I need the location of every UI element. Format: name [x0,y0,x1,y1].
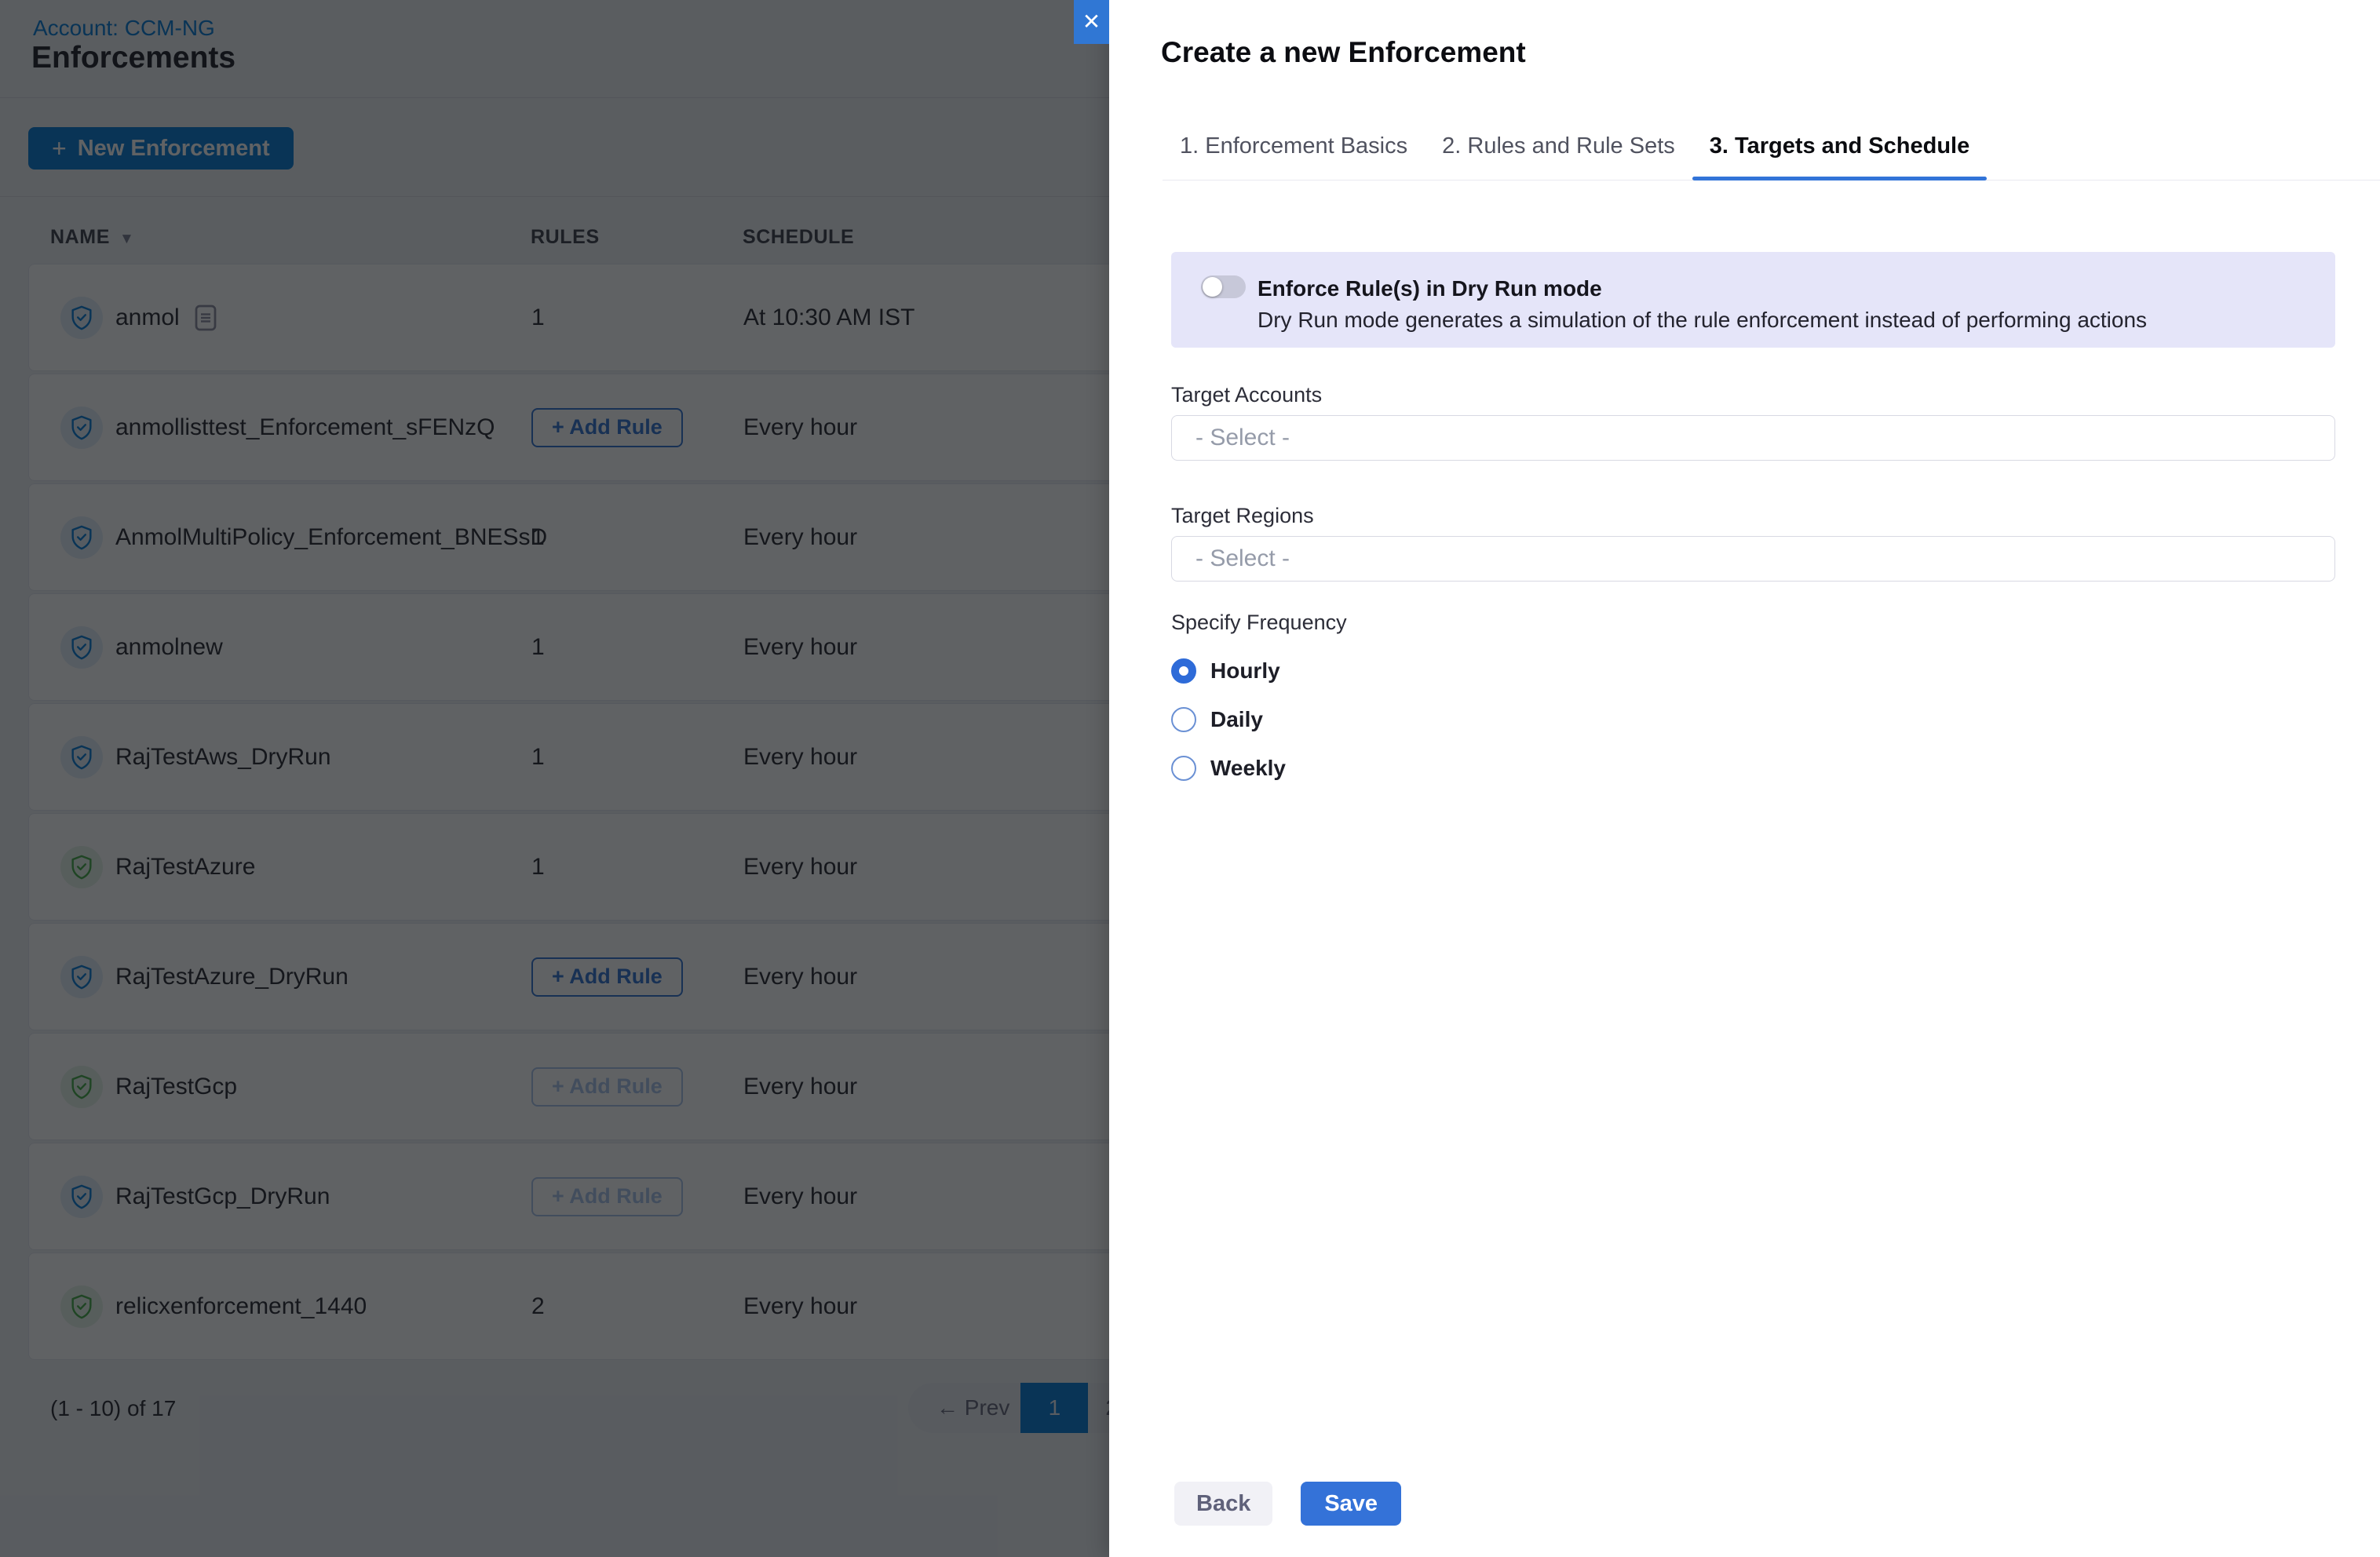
specify-frequency-label: Specify Frequency [1171,610,2335,635]
target-accounts-select[interactable]: - Select - [1171,415,2335,461]
frequency-radio-group: Hourly Daily Weekly [1171,655,2335,784]
radio-label: Hourly [1210,658,1280,684]
radio-unselected-icon[interactable] [1171,707,1196,732]
tab-enforcement-basics[interactable]: 1. Enforcement Basics [1163,133,1425,180]
dry-run-panel: Enforce Rule(s) in Dry Run mode Dry Run … [1171,252,2335,348]
drawer-tabs: 1. Enforcement Basics2. Rules and Rule S… [1163,133,2380,180]
close-icon[interactable]: ✕ [1074,0,1109,44]
create-enforcement-drawer: ✕ Create a new Enforcement 1. Enforcemen… [1109,0,2380,1557]
target-accounts-label: Target Accounts [1171,382,2335,407]
dry-run-label: Enforce Rule(s) in Dry Run mode [1258,276,1602,301]
frequency-option-daily[interactable]: Daily [1171,704,2335,735]
targets-schedule-form: Enforce Rule(s) in Dry Run mode Dry Run … [1171,252,2335,784]
toggle-knob [1203,277,1222,297]
drawer-footer: Back Save [1174,1482,1401,1526]
tab-rules-and-rule-sets[interactable]: 2. Rules and Rule Sets [1425,133,1692,180]
radio-selected-icon[interactable] [1171,658,1196,684]
tab-targets-and-schedule[interactable]: 3. Targets and Schedule [1692,133,1987,180]
back-button[interactable]: Back [1174,1482,1272,1526]
frequency-option-weekly[interactable]: Weekly [1171,753,2335,784]
dry-run-toggle[interactable] [1201,275,1246,298]
target-regions-select[interactable]: - Select - [1171,536,2335,582]
radio-label: Weekly [1210,756,1286,781]
drawer-title: Create a new Enforcement [1161,36,1526,69]
target-regions-label: Target Regions [1171,503,2335,528]
radio-unselected-icon[interactable] [1171,756,1196,781]
dry-run-description: Dry Run mode generates a simulation of t… [1258,308,2147,333]
frequency-option-hourly[interactable]: Hourly [1171,655,2335,687]
radio-label: Daily [1210,707,1263,732]
target-accounts-placeholder: - Select - [1195,425,1290,451]
target-regions-placeholder: - Select - [1195,545,1290,572]
save-button[interactable]: Save [1301,1482,1401,1526]
